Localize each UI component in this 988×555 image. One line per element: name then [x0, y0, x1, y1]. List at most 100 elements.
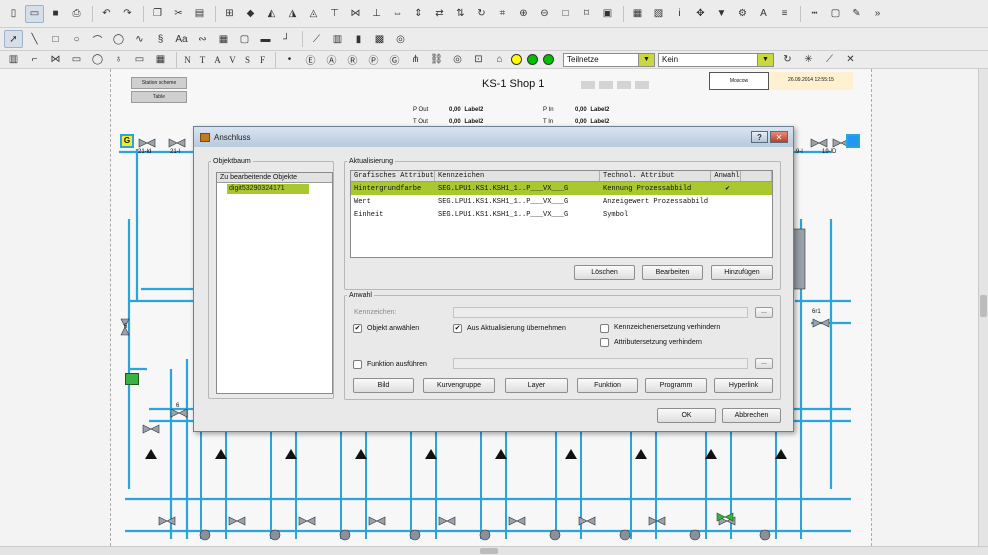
- a-circle-icon[interactable]: Ⓐ: [322, 51, 341, 69]
- info-icon[interactable]: i: [670, 5, 689, 23]
- table-row[interactable]: Einheit SEG.LPU1.KS1.KSH1_1..P___VX___G …: [351, 208, 772, 221]
- tool-letter-f[interactable]: F: [256, 51, 269, 69]
- horizontal-scroll-thumb[interactable]: [480, 548, 498, 554]
- g-station-icon[interactable]: G: [120, 134, 134, 148]
- tab-placeholder[interactable]: [635, 81, 649, 89]
- loeschen-button[interactable]: Löschen: [574, 265, 635, 280]
- open-folder-icon[interactable]: ▭: [25, 4, 44, 23]
- distribute-v-icon[interactable]: ⇕: [409, 5, 428, 23]
- tool-letter-t[interactable]: T: [196, 51, 209, 69]
- lock-icon[interactable]: ⊡: [469, 51, 488, 69]
- pen-icon[interactable]: ✎: [847, 5, 866, 23]
- help-button[interactable]: ?: [751, 131, 768, 143]
- network-icon[interactable]: ⋔: [406, 51, 425, 69]
- cell-anwahl[interactable]: [711, 208, 741, 221]
- tool-letter-a[interactable]: A: [211, 51, 224, 69]
- chart-tool-icon[interactable]: ▥: [328, 30, 347, 48]
- close-button[interactable]: ✕: [770, 131, 788, 143]
- column-header-kennzeichen[interactable]: Kennzeichen: [435, 171, 600, 181]
- snap-icon[interactable]: ⌗: [493, 5, 512, 23]
- checkmark-icon[interactable]: ✔: [711, 182, 741, 195]
- zoom-fit-icon[interactable]: □: [556, 5, 575, 23]
- tool-letter-v[interactable]: V: [226, 51, 239, 69]
- align-bottom-icon[interactable]: ⊥: [367, 5, 386, 23]
- filter-icon[interactable]: ▼: [712, 5, 731, 23]
- status-light-icon[interactable]: [511, 54, 522, 65]
- table-row[interactable]: Hintergrundfarbe SEG.LPU1.KS1.KSH1_1..P_…: [351, 182, 772, 195]
- gauge-icon[interactable]: ♁: [109, 51, 128, 69]
- sensor-icon[interactable]: ◯: [88, 51, 107, 69]
- new-file-icon[interactable]: ▯: [4, 5, 23, 23]
- station-icon[interactable]: ▥: [4, 51, 23, 69]
- funktion-input[interactable]: [453, 358, 748, 369]
- ring-icon[interactable]: ◎: [448, 51, 467, 69]
- hyperlink-button[interactable]: Hyperlink: [714, 378, 773, 393]
- horizontal-scrollbar[interactable]: [0, 546, 988, 555]
- zoom-in-icon[interactable]: ⊕: [514, 5, 533, 23]
- dialog-titlebar[interactable]: Anschluss ? ✕: [194, 127, 793, 147]
- select-arrow-icon[interactable]: ➚: [4, 30, 23, 48]
- tab-placeholder[interactable]: [599, 81, 613, 89]
- text-tool-icon[interactable]: Aa: [172, 30, 191, 48]
- column-header-anwahl[interactable]: Anwahl: [711, 171, 741, 181]
- chevron-down-icon[interactable]: ▼: [757, 53, 773, 66]
- more-icon[interactable]: »: [868, 5, 887, 23]
- align-left-icon[interactable]: ◭: [262, 5, 281, 23]
- align-top-icon[interactable]: ⊤: [325, 5, 344, 23]
- link-icon[interactable]: ⛓: [427, 51, 446, 69]
- status-light-icon[interactable]: [527, 54, 538, 65]
- line-tool-icon[interactable]: ╲: [25, 30, 44, 48]
- tool-letter-n[interactable]: N: [181, 51, 194, 69]
- paste-icon[interactable]: ▤: [190, 5, 209, 23]
- chevron-down-icon[interactable]: ▼: [638, 53, 654, 66]
- table-tool-icon[interactable]: ▦: [214, 30, 233, 48]
- r-circle-icon[interactable]: Ⓡ: [343, 51, 362, 69]
- attributersetzung-checkbox[interactable]: [600, 338, 609, 347]
- trend-icon[interactable]: ⟋: [820, 51, 839, 69]
- copy-icon[interactable]: ❐: [148, 5, 167, 23]
- star-icon[interactable]: ✳: [799, 51, 818, 69]
- pipe-icon[interactable]: ⌐: [25, 51, 44, 69]
- valve-icon[interactable]: ⋈: [46, 51, 65, 69]
- save-icon[interactable]: ■: [46, 5, 65, 23]
- frame-tool-icon[interactable]: ▢: [235, 30, 254, 48]
- vertical-scrollbar[interactable]: [978, 69, 988, 546]
- dot-icon[interactable]: •: [280, 51, 299, 69]
- connector-tool-icon[interactable]: ┘: [277, 30, 296, 48]
- tab-placeholder[interactable]: [617, 81, 631, 89]
- motor-icon[interactable]: ▭: [130, 51, 149, 69]
- rts-icon[interactable]: ▦: [151, 51, 170, 69]
- ok-button[interactable]: OK: [657, 408, 716, 423]
- align-center-icon[interactable]: ◮: [283, 5, 302, 23]
- programm-button[interactable]: Programm: [645, 378, 707, 393]
- table-row[interactable]: Wert SEG.LPU1.KS1.KSH1_1..P___VX___G Anz…: [351, 195, 772, 208]
- target-icon[interactable]: ◎: [391, 30, 410, 48]
- border-icon[interactable]: ▢: [826, 5, 845, 23]
- cut-icon[interactable]: ✂: [169, 5, 188, 23]
- paint-bucket-icon[interactable]: ◆: [241, 5, 260, 23]
- circle-tool-icon[interactable]: ◯: [109, 30, 128, 48]
- align-right-icon[interactable]: ◬: [304, 5, 323, 23]
- column-header-attribut[interactable]: Grafisches Attribut: [351, 171, 435, 181]
- g-circle-icon[interactable]: Ⓖ: [385, 51, 404, 69]
- hinzufuegen-button[interactable]: Hinzufügen: [711, 265, 773, 280]
- output-station-icon[interactable]: [846, 134, 860, 148]
- kurvengruppe-button[interactable]: Kurvengruppe: [423, 378, 495, 393]
- distribute-h-icon[interactable]: ⇔: [388, 5, 407, 23]
- layer-button[interactable]: Layer: [505, 378, 568, 393]
- bild-button[interactable]: Bild: [353, 378, 414, 393]
- zoom-out-icon[interactable]: ⊖: [535, 5, 554, 23]
- arc-tool-icon[interactable]: ⌒: [88, 30, 107, 48]
- kein-combo[interactable]: Kein ▼: [658, 52, 774, 67]
- layers-icon[interactable]: ▣: [598, 5, 617, 23]
- rotate-icon[interactable]: ↻: [472, 5, 491, 23]
- ungroup-icon[interactable]: ▧: [649, 5, 668, 23]
- column-header-technol[interactable]: Technol. Attribut: [600, 171, 711, 181]
- refresh-icon[interactable]: ↻: [778, 51, 797, 69]
- table-button[interactable]: Table: [131, 91, 187, 103]
- redo-icon[interactable]: ↷: [118, 5, 137, 23]
- kennzeichenersetzung-checkbox[interactable]: [600, 324, 609, 333]
- kennzeichen-browse-button[interactable]: ...: [755, 307, 773, 318]
- green-status-icon[interactable]: [125, 373, 139, 385]
- line-style-icon[interactable]: ┅: [805, 5, 824, 23]
